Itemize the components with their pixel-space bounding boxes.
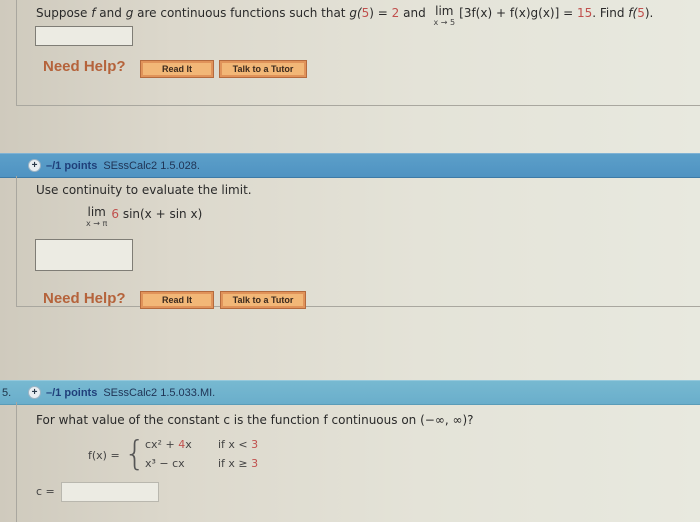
piecewise-condition-1: if x < 3	[218, 438, 258, 451]
lim-text: lim	[435, 4, 454, 18]
given-value: 6	[111, 207, 119, 221]
read-it-button[interactable]: Read It	[140, 60, 214, 78]
limit-expression: [3f(x) + f(x)g(x)] =	[459, 6, 577, 20]
points-label: –/1 points	[46, 159, 98, 172]
lim-subscript: x → π	[86, 219, 108, 228]
piecewise-case-1: cx² + 4x	[145, 438, 192, 451]
question-1-answer-input[interactable]	[35, 26, 133, 46]
function-label: f(x) =	[88, 449, 120, 462]
condition-text: if x <	[218, 438, 252, 451]
points-label: –/1 points	[46, 386, 98, 399]
question-3-answer-input[interactable]	[61, 482, 159, 502]
need-help-label: Need Help?	[43, 290, 126, 307]
prompt-text: f(	[628, 6, 638, 20]
question-2-header: + –/1 points SEssCalc2 1.5.028.	[0, 153, 700, 178]
question-2-answer-input[interactable]	[35, 239, 133, 271]
given-value: 5	[637, 6, 645, 20]
answer-label: c =	[36, 485, 55, 498]
question-3-prompt: For what value of the constant c is the …	[36, 413, 474, 427]
talk-to-tutor-button[interactable]: Talk to a Tutor	[220, 291, 306, 309]
question-1-prompt: Suppose f and g are continuous functions…	[36, 4, 654, 28]
prompt-text: ) =	[369, 6, 392, 20]
prompt-text: ).	[644, 6, 654, 20]
lim-text: lim	[87, 205, 106, 219]
prompt-text: g(	[349, 6, 362, 20]
given-value: 15	[576, 6, 593, 20]
case-expression: x	[185, 438, 192, 451]
need-help-label: Need Help?	[43, 58, 126, 75]
limit-operator: lim x → π	[86, 205, 108, 229]
prompt-text: . Find	[592, 6, 629, 20]
limit-operator: lim x → 5	[433, 4, 456, 28]
plus-circle-icon[interactable]: +	[28, 386, 41, 399]
prompt-text: Suppose	[36, 6, 92, 20]
given-value: 3	[251, 457, 259, 470]
prompt-text: are continuous functions such that	[133, 6, 350, 20]
question-reference: SEssCalc2 1.5.028.	[103, 159, 200, 172]
prompt-text: and	[95, 6, 126, 20]
prompt-text: and	[399, 6, 430, 20]
piecewise-condition-2: if x ≥ 3	[218, 457, 258, 470]
plus-circle-icon[interactable]: +	[28, 159, 41, 172]
question-number: 5.	[2, 386, 12, 399]
piecewise-case-2: x³ − cx	[145, 457, 185, 470]
given-value: 3	[251, 438, 259, 451]
question-2-limit: lim x → π6 sin(x + sin x)	[86, 205, 203, 229]
talk-to-tutor-button[interactable]: Talk to a Tutor	[219, 60, 307, 78]
limit-expression: sin(x + sin x)	[122, 207, 203, 221]
brace-symbol: {	[124, 434, 146, 474]
condition-text: if x ≥	[218, 457, 252, 470]
question-2-prompt: Use continuity to evaluate the limit.	[36, 183, 252, 197]
lim-subscript: x → 5	[433, 18, 456, 27]
case-expression: cx² +	[145, 438, 179, 451]
read-it-button[interactable]: Read It	[140, 291, 214, 309]
question-reference: SEssCalc2 1.5.033.MI.	[103, 386, 216, 399]
